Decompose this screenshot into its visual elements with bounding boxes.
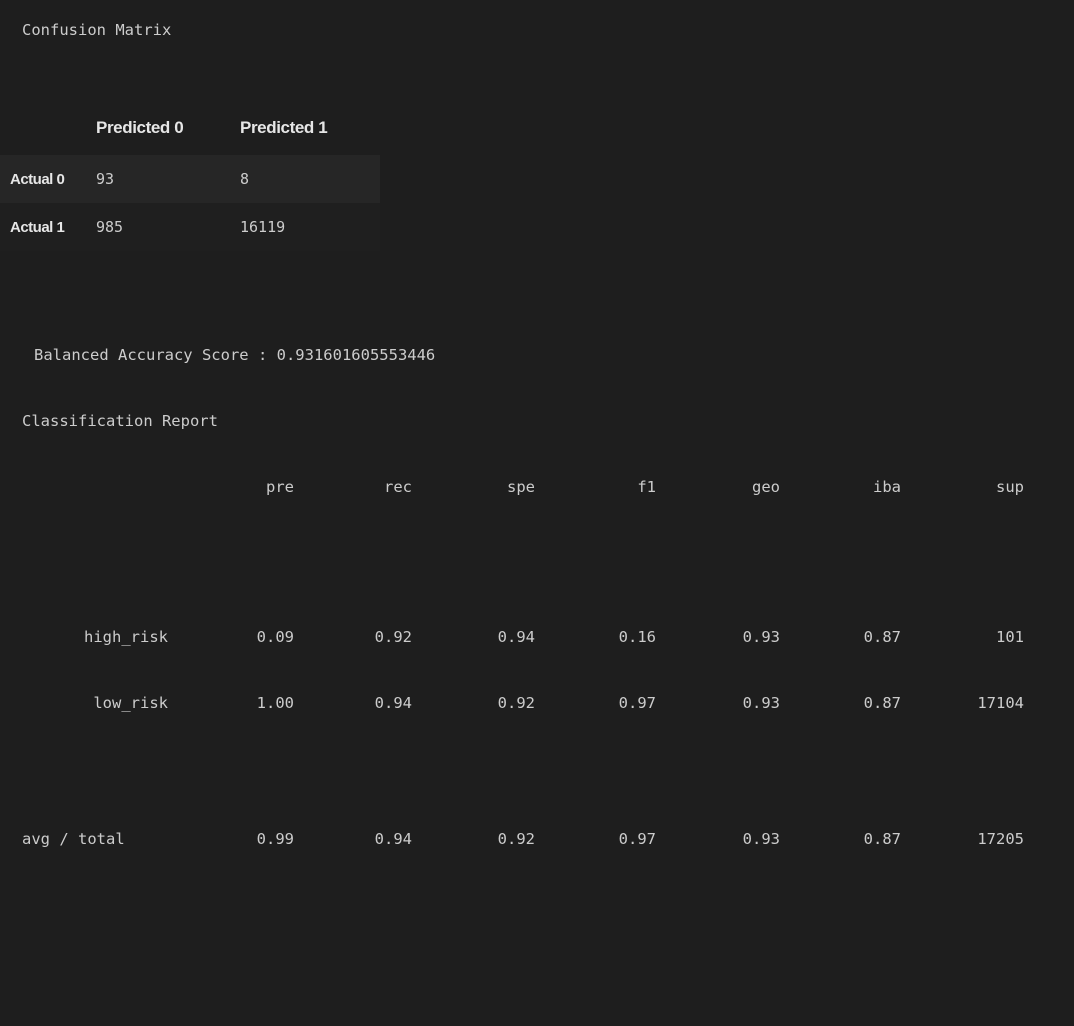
report-cell: 0.97 bbox=[618, 830, 656, 848]
classification-report-title: Classification Report bbox=[22, 412, 218, 430]
report-header-row: pre rec spe f1 geo iba sup bbox=[0, 474, 1074, 500]
table-cell: 985 bbox=[96, 218, 124, 236]
report-cell: 0.94 bbox=[374, 694, 412, 712]
table-row: Actual 1 985 16119 bbox=[0, 203, 380, 251]
report-cell: 1.00 bbox=[256, 694, 294, 712]
balanced-accuracy-line: Balanced Accuracy Score : 0.931601605553… bbox=[0, 342, 1074, 368]
report-cell: 0.09 bbox=[256, 628, 294, 646]
table-cell: 93 bbox=[96, 170, 115, 188]
confusion-matrix-table: Predicted 0 Predicted 1 Actual 0 93 8 Ac… bbox=[0, 100, 380, 251]
report-cell: 0.92 bbox=[374, 628, 412, 646]
report-row-label: high_risk bbox=[84, 628, 168, 646]
report-cell: 0.99 bbox=[256, 830, 294, 848]
report-header: rec bbox=[384, 478, 412, 496]
report-cell: 0.87 bbox=[863, 628, 901, 646]
report-header: f1 bbox=[637, 478, 656, 496]
column-header: Predicted 1 bbox=[240, 100, 380, 155]
report-row-high-risk: high_risk 0.09 0.92 0.94 0.16 0.93 0.87 … bbox=[0, 624, 1074, 650]
report-title-line: Classification Report bbox=[0, 408, 1074, 434]
corner-cell bbox=[0, 100, 96, 155]
table-row: Actual 0 93 8 bbox=[0, 155, 380, 203]
report-header: pre bbox=[266, 478, 294, 496]
report-header: sup bbox=[996, 478, 1024, 496]
report-cell: 0.94 bbox=[497, 628, 535, 646]
report-header: iba bbox=[873, 478, 901, 496]
table-cell: 8 bbox=[240, 170, 250, 188]
report-cell: 17104 bbox=[977, 694, 1024, 712]
report-cell: 0.87 bbox=[863, 694, 901, 712]
confusion-matrix-title: Confusion Matrix bbox=[22, 21, 172, 39]
table-header-row: Predicted 0 Predicted 1 bbox=[0, 100, 380, 155]
report-cell: 0.87 bbox=[863, 830, 901, 848]
report-cell: 0.92 bbox=[497, 694, 535, 712]
report-cell: 0.93 bbox=[742, 628, 780, 646]
table-cell: 16119 bbox=[240, 218, 286, 236]
balanced-accuracy-text: Balanced Accuracy Score : 0.931601605553… bbox=[34, 346, 436, 364]
report-row-label: low_risk bbox=[93, 694, 168, 712]
report-cell: 0.92 bbox=[497, 830, 535, 848]
report-cell: 0.93 bbox=[742, 830, 780, 848]
column-header: Predicted 0 bbox=[96, 100, 240, 155]
report-cell: 17205 bbox=[977, 830, 1024, 848]
report-cell: 0.93 bbox=[742, 694, 780, 712]
report-row-label: avg / total bbox=[22, 830, 125, 848]
report-cell: 101 bbox=[996, 628, 1024, 646]
report-row-low-risk: low_risk 1.00 0.94 0.92 0.97 0.93 0.87 1… bbox=[0, 690, 1074, 716]
report-header: geo bbox=[752, 478, 780, 496]
report-cell: 0.97 bbox=[618, 694, 656, 712]
report-cell: 0.94 bbox=[374, 830, 412, 848]
report-row-total: avg / total 0.99 0.94 0.92 0.97 0.93 0.8… bbox=[0, 826, 1074, 852]
report-cell: 0.16 bbox=[618, 628, 656, 646]
row-header: Actual 0 bbox=[10, 170, 65, 188]
row-header: Actual 1 bbox=[10, 218, 65, 236]
report-output: Balanced Accuracy Score : 0.931601605553… bbox=[0, 302, 1074, 872]
report-header: spe bbox=[507, 478, 535, 496]
